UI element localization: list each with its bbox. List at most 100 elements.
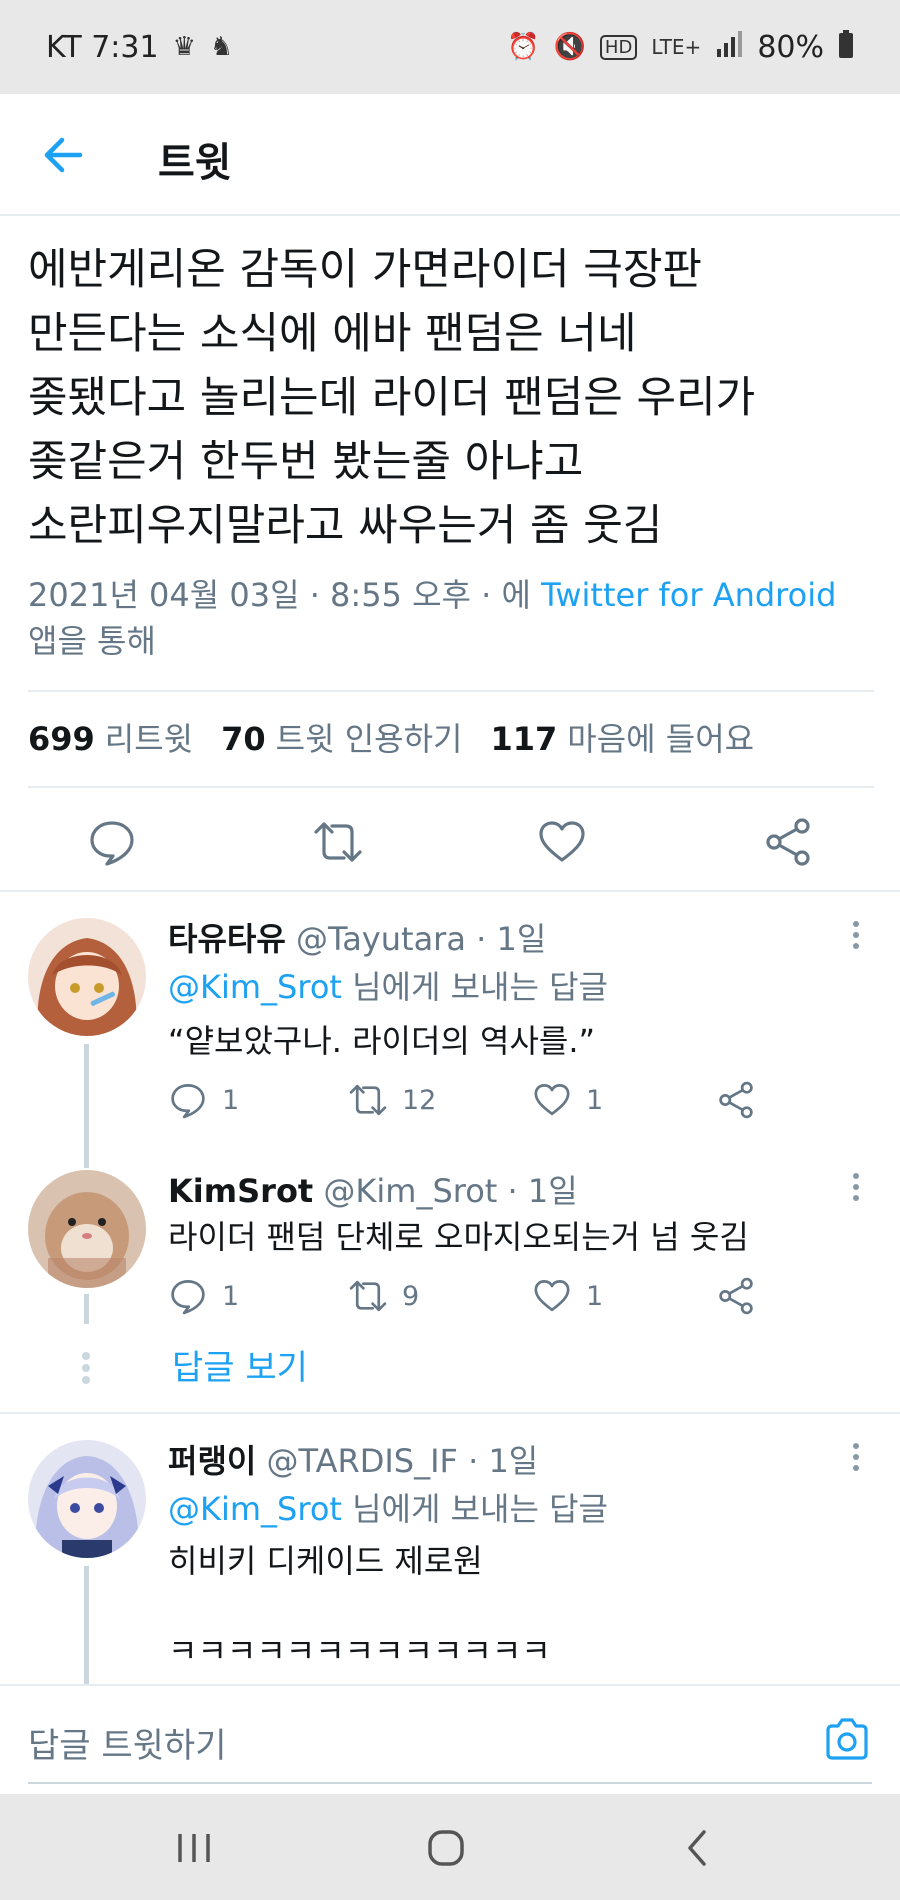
retweet-icon bbox=[349, 1084, 387, 1116]
avatar[interactable] bbox=[28, 1440, 146, 1558]
share-icon bbox=[719, 1277, 753, 1315]
thread-dot bbox=[82, 1364, 90, 1372]
camera-icon[interactable] bbox=[822, 1714, 872, 1764]
retweet-icon[interactable] bbox=[312, 816, 364, 868]
divider bbox=[28, 690, 874, 692]
system-nav-bar bbox=[0, 1794, 900, 1900]
reply-text: “얕보았구나. 라이더의 역사를.” bbox=[168, 1022, 596, 1060]
like-icon bbox=[534, 1280, 570, 1312]
tweet-source-suffix: 앱을 통해 bbox=[28, 622, 156, 660]
share-button[interactable] bbox=[716, 1276, 756, 1316]
reply-button[interactable]: 1 bbox=[168, 1080, 239, 1120]
retweet-count: 9 bbox=[402, 1280, 420, 1312]
network-label: LTE+ bbox=[651, 35, 702, 59]
reply-header: 타유타유 @Tayutara · 1일 bbox=[168, 914, 546, 960]
reply-text: 히비키 디케이드 제로원 bbox=[168, 1542, 483, 1580]
reply-count: 1 bbox=[222, 1280, 240, 1312]
reply-to-line: @Kim_Srot 님에게 보내는 답글 bbox=[168, 962, 608, 1008]
back-arrow-icon[interactable] bbox=[38, 130, 88, 180]
reply-to-handle[interactable]: @Kim_Srot bbox=[168, 968, 342, 1006]
nav-back-icon[interactable] bbox=[674, 1824, 722, 1872]
home-icon[interactable] bbox=[422, 1824, 470, 1872]
reply-text: 라이더 팬덤 단체로 오마지오되는거 넘 웃김 bbox=[168, 1218, 749, 1256]
quotes-count: 70 bbox=[221, 720, 266, 758]
reply-actions: 1 9 1 bbox=[168, 1276, 788, 1320]
likes-stat[interactable]: 117 마음에 들어요 bbox=[490, 714, 754, 760]
reply-header: KimSrot @Kim_Srot · 1일 bbox=[168, 1166, 578, 1212]
crown-icon: ♛ bbox=[172, 32, 196, 62]
status-bar: KT 7:31 ♛ ♞ ⏰ 🔇 HD LTE+ 80% bbox=[0, 0, 900, 94]
reply-author-handle: @TARDIS_IF · 1일 bbox=[266, 1442, 539, 1480]
tweet-stats: 699 리트윗 70 트윗 인용하기 117 마음에 들어요 bbox=[28, 714, 754, 760]
retweets-stat[interactable]: 699 리트윗 bbox=[28, 714, 193, 760]
avatar[interactable] bbox=[28, 1170, 146, 1288]
battery-icon bbox=[838, 29, 854, 65]
reply-author-name[interactable]: 퍼랭이 bbox=[168, 1442, 256, 1480]
share-button[interactable] bbox=[716, 1080, 756, 1120]
reply-author-handle: @Tayutara · 1일 bbox=[295, 920, 547, 958]
like-button[interactable]: 1 bbox=[532, 1276, 603, 1316]
thread-line bbox=[84, 1294, 89, 1324]
retweet-button[interactable]: 12 bbox=[348, 1080, 436, 1120]
more-icon[interactable] bbox=[850, 1170, 862, 1206]
mute-icon: 🔇 bbox=[553, 32, 586, 62]
like-count: 1 bbox=[586, 1084, 604, 1116]
quotes-label: 트윗 인용하기 bbox=[275, 720, 463, 758]
compose-underline bbox=[28, 1782, 872, 1784]
divider bbox=[0, 890, 900, 892]
reply-author-name[interactable]: KimSrot bbox=[168, 1172, 313, 1210]
reply-compose-input[interactable]: 답글 트윗하기 bbox=[28, 1718, 227, 1767]
thread-dot bbox=[82, 1376, 90, 1384]
quotes-stat[interactable]: 70 트윗 인용하기 bbox=[221, 714, 462, 760]
reply-author-handle: @Kim_Srot · 1일 bbox=[323, 1172, 578, 1210]
like-icon bbox=[534, 1084, 570, 1116]
avatar[interactable] bbox=[28, 918, 146, 1036]
tweet-meta: 2021년 04월 03일 · 8:55 오후 · 에 Twitter for … bbox=[28, 572, 878, 664]
hd-icon: HD bbox=[599, 34, 638, 60]
reply-to-suffix: 님에게 보내는 답글 bbox=[341, 1490, 608, 1528]
reply-icon bbox=[171, 1280, 205, 1315]
like-button[interactable]: 1 bbox=[532, 1080, 603, 1120]
compose-bar: 답글 트윗하기 bbox=[0, 1684, 900, 1794]
reply-to-line: @Kim_Srot 님에게 보내는 답글 bbox=[168, 1484, 608, 1530]
thread-dot bbox=[82, 1352, 90, 1360]
reply-button[interactable]: 1 bbox=[168, 1276, 239, 1316]
share-icon[interactable] bbox=[762, 816, 814, 868]
tweet-actions bbox=[0, 806, 900, 880]
more-icon[interactable] bbox=[850, 918, 862, 954]
reply-actions: 1 12 1 bbox=[168, 1080, 788, 1124]
alarm-icon: ⏰ bbox=[507, 32, 540, 62]
thread-line bbox=[84, 1044, 89, 1168]
retweet-count: 12 bbox=[402, 1084, 437, 1116]
reply-icon bbox=[171, 1084, 205, 1119]
carrier-time: KT 7:31 bbox=[46, 29, 159, 65]
likes-count: 117 bbox=[490, 720, 558, 758]
recent-apps-icon[interactable] bbox=[170, 1824, 218, 1872]
signal-icon bbox=[715, 30, 743, 64]
reply-to-suffix: 님에게 보내는 답글 bbox=[341, 968, 608, 1006]
reply-to-handle[interactable]: @Kim_Srot bbox=[168, 1490, 342, 1528]
reply-author-name[interactable]: 타유타유 bbox=[168, 920, 286, 958]
notification-icon: ♞ bbox=[209, 32, 234, 62]
share-icon bbox=[719, 1081, 753, 1119]
like-count: 1 bbox=[586, 1280, 604, 1312]
tweet-timestamp: 2021년 04월 03일 · 8:55 오후 · 에 bbox=[28, 576, 542, 614]
retweet-icon bbox=[349, 1280, 387, 1312]
top-bar: 트윗 bbox=[0, 94, 900, 216]
like-icon[interactable] bbox=[536, 816, 588, 868]
show-replies-link[interactable]: 답글 보기 bbox=[172, 1340, 308, 1389]
more-icon[interactable] bbox=[850, 1440, 862, 1476]
thread-line bbox=[84, 1566, 89, 1684]
reply-icon[interactable] bbox=[86, 816, 138, 868]
tweet-source-link[interactable]: Twitter for Android bbox=[541, 576, 836, 614]
page-title: 트윗 bbox=[158, 140, 232, 186]
divider bbox=[0, 1412, 900, 1414]
retweet-button[interactable]: 9 bbox=[348, 1276, 419, 1316]
reply-text-extra: ㅋㅋㅋㅋㅋㅋㅋㅋㅋㅋㅋㅋㅋ bbox=[168, 1632, 551, 1670]
divider bbox=[28, 786, 874, 788]
reply-header: 퍼랭이 @TARDIS_IF · 1일 bbox=[168, 1436, 538, 1482]
likes-label: 마음에 들어요 bbox=[567, 720, 755, 758]
tweet-text: 에반게리온 감독이 가면라이더 극장판 만든다는 소식에 에바 팬덤은 너네 좆… bbox=[28, 245, 756, 551]
battery-percent: 80% bbox=[757, 29, 824, 65]
retweets-label: 리트윗 bbox=[104, 720, 194, 758]
